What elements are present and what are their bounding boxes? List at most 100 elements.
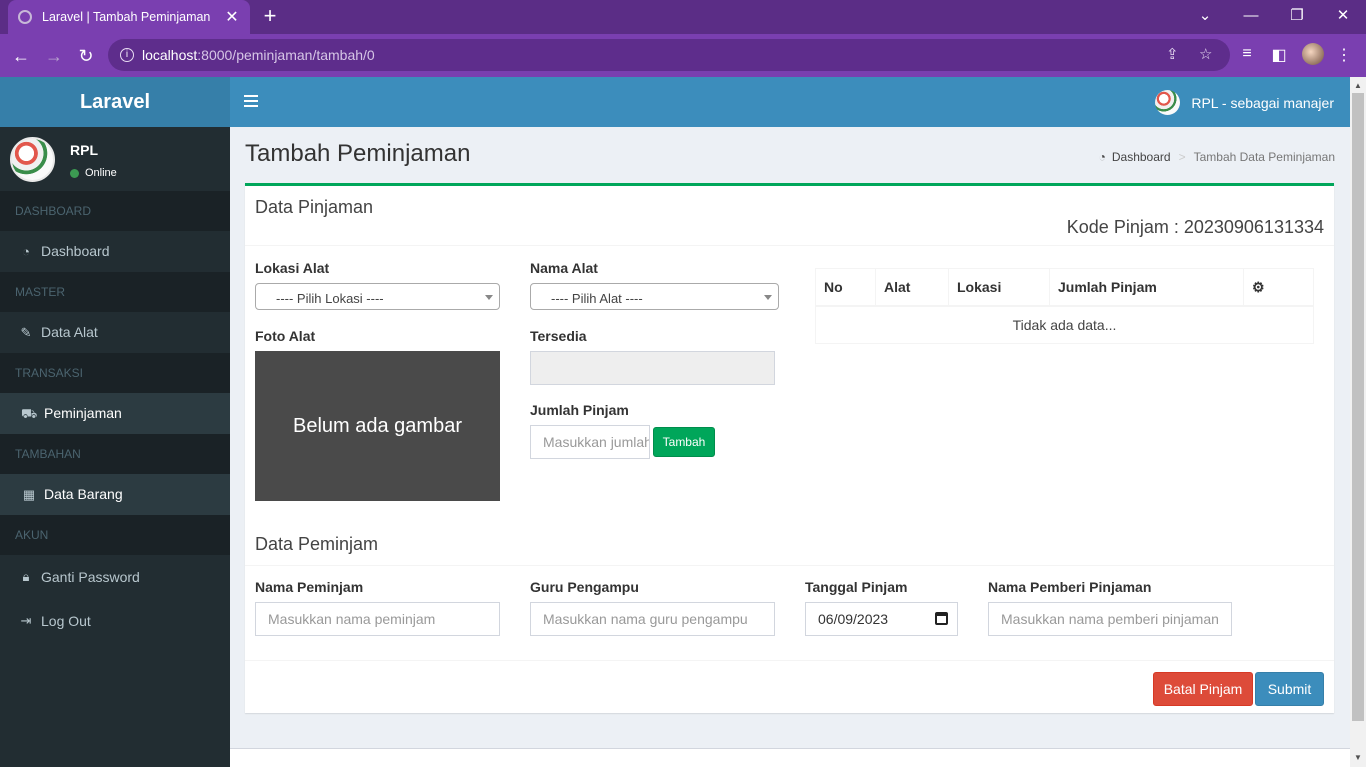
nama-alat-select[interactable]: ---- Pilih Alat ---- <box>530 283 779 310</box>
foto-alat-label: Foto Alat <box>255 328 316 344</box>
kode-pinjam: Kode Pinjam : 20230906131334 <box>1066 217 1324 237</box>
nama-peminjam-label: Nama Peminjam <box>255 579 364 595</box>
breadcrumb-dashboard[interactable]: Dashboard <box>1112 150 1171 164</box>
dashboard-icon: ◔ <box>1098 150 1106 164</box>
breadcrumb-current: Tambah Data Peminjaman <box>1193 150 1335 164</box>
url-path: :8000/peminjaman/tambah/0 <box>197 47 375 63</box>
new-tab-button[interactable]: + <box>258 4 282 28</box>
tanggal-pinjam-label: Tanggal Pinjam <box>805 579 908 595</box>
hamburger-menu-icon[interactable] <box>244 95 258 107</box>
pinjaman-table: No Alat Lokasi Jumlah Pinjam ⚙ Tidak ada… <box>815 268 1314 344</box>
sidebar-item-data-alat[interactable]: ✎ Data Alat <box>0 312 230 353</box>
side-panel-icon[interactable]: ◧ <box>1268 45 1290 65</box>
column-header-alat: Alat <box>876 269 949 305</box>
top-navbar: RPL - sebagai manajer <box>230 77 1350 127</box>
data-peminjam-title: Data Peminjam <box>255 534 379 554</box>
avatar <box>10 137 55 182</box>
section-header-transaksi: TRANSAKSI <box>0 353 230 393</box>
divider <box>245 565 1334 566</box>
section-header-master: MASTER <box>0 272 230 312</box>
user-status-label: Online <box>85 167 117 179</box>
site-info-icon[interactable]: i <box>120 48 134 62</box>
jumlah-pinjam-input[interactable]: Masukkan jumlah <box>530 425 650 459</box>
user-menu[interactable]: RPL - sebagai manajer <box>1155 90 1334 115</box>
tanggal-pinjam-input[interactable]: 06/09/2023 <box>805 602 958 636</box>
divider <box>245 660 1334 661</box>
tambah-button[interactable]: Tambah <box>653 427 715 457</box>
column-header-no: No <box>816 269 876 305</box>
sidebar-item-label: Ganti Password <box>41 569 140 585</box>
foto-alat-placeholder: Belum ada gambar <box>255 351 500 501</box>
sidebar: Laravel RPL Online DASHBOARD ◔ Dashboard… <box>0 77 230 767</box>
close-window-button[interactable]: ✕ <box>1328 4 1358 28</box>
sidebar-item-data-barang[interactable]: ▦ Data Barang <box>0 474 230 515</box>
nama-pemberi-input[interactable]: Masukkan nama pemberi pinjaman <box>988 602 1232 636</box>
share-icon[interactable]: ⇪ <box>1166 45 1179 63</box>
browser-toolbar: ← → ↻ i localhost:8000/peminjaman/tambah… <box>0 34 1366 77</box>
scrollbar-thumb[interactable] <box>1352 93 1364 721</box>
tab-title: Laravel | Tambah Peminjaman <box>42 10 211 24</box>
profile-avatar[interactable] <box>1302 43 1324 65</box>
browser-tab[interactable]: Laravel | Tambah Peminjaman ✕ <box>8 0 250 34</box>
minimize-button[interactable]: — <box>1236 4 1266 28</box>
data-pinjaman-title: Data Pinjaman <box>255 197 374 217</box>
nama-alat-value: ---- Pilih Alat ---- <box>551 291 643 306</box>
lokasi-alat-select[interactable]: ---- Pilih Lokasi ---- <box>255 283 500 310</box>
close-tab-icon[interactable]: ✕ <box>224 7 240 27</box>
app-logo[interactable]: Laravel <box>0 77 230 127</box>
page-scrollbar[interactable]: ▲ ▼ <box>1350 77 1366 767</box>
section-header-dashboard: DASHBOARD <box>0 191 230 231</box>
menu-kebab-icon[interactable]: ⋮ <box>1333 45 1355 65</box>
sidebar-item-label: Log Out <box>41 613 91 629</box>
sidebar-item-ganti-password[interactable]: 🔒︎ Ganti Password <box>0 555 230 599</box>
submit-button[interactable]: Submit <box>1255 672 1324 706</box>
media-icon[interactable]: ≡ <box>1236 45 1258 63</box>
nama-alat-label: Nama Alat <box>530 260 598 276</box>
content-header: Tambah Peminjaman ◔ Dashboard > Tambah D… <box>245 140 1335 168</box>
lokasi-alat-label: Lokasi Alat <box>255 260 330 276</box>
nama-peminjam-input[interactable]: Masukkan nama peminjam <box>255 602 500 636</box>
column-header-jumlah-pinjam: Jumlah Pinjam <box>1050 269 1244 305</box>
user-name: RPL <box>70 142 98 158</box>
batal-pinjam-button[interactable]: Batal Pinjam <box>1153 672 1253 706</box>
user-status: Online <box>70 167 117 179</box>
scroll-down-icon[interactable]: ▼ <box>1354 753 1362 762</box>
tab-search-icon[interactable]: ⌄ <box>1190 4 1220 28</box>
sidebar-item-log-out[interactable]: ⇥ Log Out <box>0 599 230 643</box>
sidebar-item-label: Dashboard <box>41 243 110 259</box>
sign-out-icon: ⇥ <box>20 613 32 628</box>
cart-icon: ⛟ <box>21 406 38 421</box>
section-header-akun: AKUN <box>0 515 230 555</box>
tersedia-field <box>530 351 775 385</box>
guru-pengampu-label: Guru Pengampu <box>530 579 639 595</box>
archive-icon: ▦ <box>22 487 36 502</box>
tanggal-pinjam-value: 06/09/2023 <box>818 611 889 627</box>
scroll-up-icon[interactable]: ▲ <box>1354 81 1362 90</box>
breadcrumb: ◔ Dashboard > Tambah Data Peminjaman <box>1099 150 1335 164</box>
sidebar-item-dashboard[interactable]: ◔ Dashboard <box>0 231 230 272</box>
sidebar-item-label: Data Alat <box>41 324 98 340</box>
back-icon[interactable]: ← <box>8 43 34 69</box>
section-header-tambahan: TAMBAHAN <box>0 434 230 474</box>
divider <box>245 245 1334 246</box>
user-panel: RPL Online <box>0 127 230 191</box>
online-dot-icon <box>70 168 79 178</box>
forward-icon[interactable]: → <box>41 43 67 69</box>
lokasi-alat-value: ---- Pilih Lokasi ---- <box>276 291 384 306</box>
browser-tabbar: Laravel | Tambah Peminjaman ✕ + ⌄ — ❐ ✕ <box>0 0 1366 34</box>
reload-icon[interactable]: ↻ <box>73 43 99 69</box>
tersedia-label: Tersedia <box>530 328 587 344</box>
calendar-icon[interactable] <box>935 612 948 625</box>
sidebar-item-label: Data Barang <box>44 486 123 502</box>
sidebar-item-peminjaman[interactable]: ⛟ Peminjaman <box>0 393 230 434</box>
nama-pemberi-label: Nama Pemberi Pinjaman <box>988 579 1152 595</box>
breadcrumb-separator: > <box>1178 150 1186 164</box>
footer <box>230 748 1350 767</box>
guru-pengampu-input[interactable]: Masukkan nama guru pengampu <box>530 602 775 636</box>
address-bar[interactable]: i localhost:8000/peminjaman/tambah/0 ⇪ ☆ <box>108 39 1230 71</box>
bookmark-star-icon[interactable]: ☆ <box>1199 45 1212 63</box>
restore-button[interactable]: ❐ <box>1282 4 1312 28</box>
globe-icon <box>18 10 32 24</box>
user-menu-label: RPL - sebagai manajer <box>1191 94 1334 111</box>
avatar <box>1155 90 1181 115</box>
